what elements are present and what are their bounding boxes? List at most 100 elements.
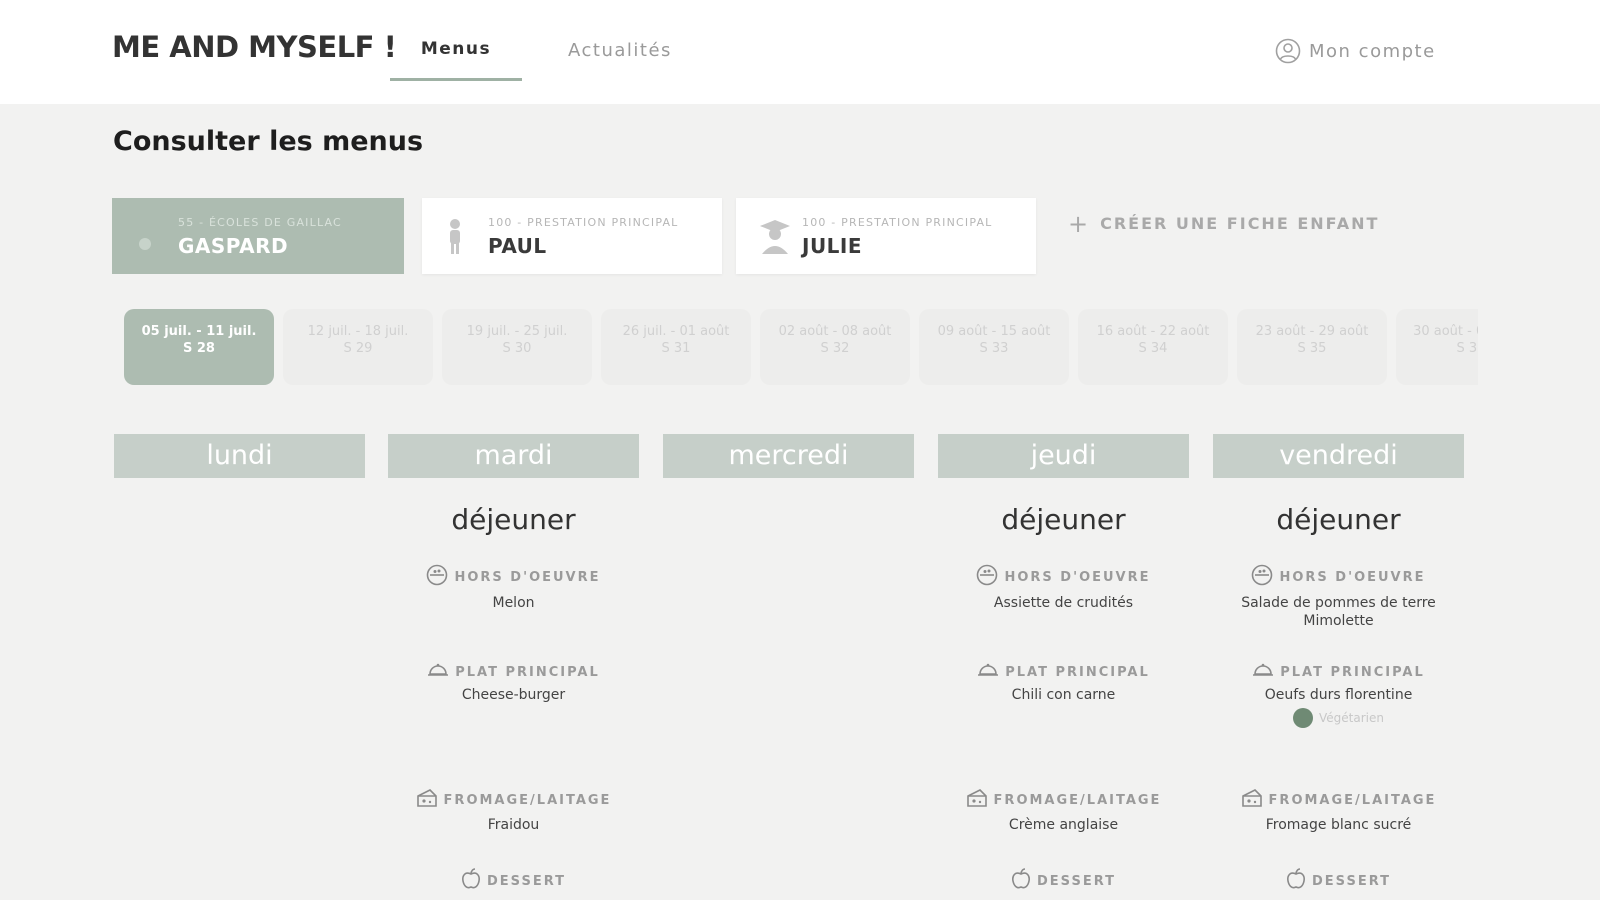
- dish-name: Cheese-burger: [461, 687, 566, 703]
- week-item[interactable]: 23 août - 29 août S 35: [1237, 309, 1387, 385]
- starter-section: HORS D'OEUVRE Salade de pommes de terre …: [1213, 564, 1464, 630]
- dairy-section: FROMAGE/LAITAGE Fraidou: [388, 788, 639, 834]
- day-header-mercredi: mercredi: [663, 434, 914, 478]
- day-column-mardi: déjeuner HORS D'OEUVRE Melon PLAT PRINCI…: [388, 500, 639, 900]
- main-section: PLAT PRINCIPAL Oeufs durs florentine Vég…: [1213, 662, 1464, 732]
- cloche-icon: [977, 662, 999, 682]
- apple-icon: [1286, 868, 1306, 894]
- child-card-julie[interactable]: 100 - PRESTATION PRINCIPAL JULIE: [736, 198, 1036, 274]
- top-bar: ME AND MYSELF ! Menus Actualités Mon com…: [0, 0, 1600, 104]
- week-dates: 09 août - 15 août: [937, 324, 1051, 339]
- meal-title: déjeuner: [451, 503, 576, 536]
- section-label: FROMAGE/LAITAGE: [993, 792, 1162, 808]
- child-school: 100 - PRESTATION PRINCIPAL: [802, 216, 993, 229]
- week-item[interactable]: 12 juil. - 18 juil. S 29: [283, 309, 433, 385]
- section-label: FROMAGE/LAITAGE: [443, 792, 612, 808]
- dish-name: Salade de pommes de terre Mimolette: [1241, 595, 1436, 629]
- meal-title: déjeuner: [1001, 503, 1126, 536]
- nav-tab-menus-label: Menus: [420, 39, 492, 59]
- salad-bowl-icon: [976, 564, 998, 590]
- starter-section: HORS D'OEUVRE Assiette de crudités: [938, 564, 1189, 612]
- week-number: S 34: [1138, 341, 1168, 356]
- week-item[interactable]: 19 juil. - 25 juil. S 30: [442, 309, 592, 385]
- day-header-mardi: mardi: [388, 434, 639, 478]
- app-logo[interactable]: ME AND MYSELF !: [112, 30, 397, 64]
- cloche-icon: [427, 662, 449, 682]
- dessert-section: DESSERT: [938, 868, 1189, 894]
- week-item[interactable]: 30 août - 05 sept. S 36: [1396, 309, 1478, 385]
- apple-icon: [461, 868, 481, 894]
- section-label: PLAT PRINCIPAL: [1280, 664, 1425, 680]
- day-column-vendredi: déjeuner HORS D'OEUVRE Salade de pommes …: [1213, 500, 1464, 900]
- section-label: HORS D'OEUVRE: [1004, 569, 1151, 585]
- dish-name: Fraidou: [487, 817, 540, 833]
- cheese-icon: [416, 788, 438, 812]
- week-dates: 19 juil. - 25 juil.: [466, 324, 568, 339]
- day-header-jeudi: jeudi: [938, 434, 1189, 478]
- week-item[interactable]: 05 juil. - 11 juil. S 28: [124, 309, 274, 385]
- nav-tab-news[interactable]: Actualités: [568, 40, 672, 61]
- child-name: GASPARD: [178, 234, 289, 258]
- week-number: S 32: [820, 341, 850, 356]
- create-child-button[interactable]: + CRÉER UNE FICHE ENFANT: [1068, 209, 1380, 238]
- dish-name: Crème anglaise: [1008, 817, 1119, 833]
- week-number: S 35: [1297, 341, 1327, 356]
- salad-bowl-icon: [426, 564, 448, 590]
- week-dates: 02 août - 08 août: [778, 324, 892, 339]
- account-label: Mon compte: [1309, 40, 1436, 62]
- page-title: Consulter les menus: [113, 126, 424, 157]
- nav-tab-menus[interactable]: Menus: [390, 36, 522, 81]
- salad-bowl-icon: [1251, 564, 1273, 590]
- child-card-paul[interactable]: 100 - PRESTATION PRINCIPAL PAUL: [422, 198, 722, 274]
- week-item[interactable]: 26 juil. - 01 août S 31: [601, 309, 751, 385]
- child-name: JULIE: [802, 234, 863, 258]
- dish-name: Chili con carne: [1011, 687, 1116, 703]
- week-selector: 05 juil. - 11 juil. S 28 12 juil. - 18 ju…: [112, 304, 1478, 388]
- week-dates: 12 juil. - 18 juil.: [307, 324, 409, 339]
- section-label: FROMAGE/LAITAGE: [1268, 792, 1437, 808]
- week-number: S 30: [502, 341, 532, 356]
- leaf-icon: [1293, 708, 1313, 728]
- child-school: 55 - ÉCOLES DE GAILLAC: [178, 216, 342, 229]
- cheese-icon: [1241, 788, 1263, 812]
- child-icon: [134, 218, 156, 258]
- week-dates: 30 août - 05 sept.: [1413, 324, 1478, 339]
- plus-icon: +: [1068, 209, 1091, 238]
- dish-name: Melon: [492, 595, 535, 611]
- user-icon: [1275, 38, 1301, 64]
- meal-title: déjeuner: [1276, 503, 1401, 536]
- child-card-gaspard[interactable]: 55 - ÉCOLES DE GAILLAC GASPARD: [112, 198, 404, 274]
- section-label: PLAT PRINCIPAL: [455, 664, 600, 680]
- week-number: S 29: [343, 341, 373, 356]
- week-number: S 31: [661, 341, 691, 356]
- section-label: DESSERT: [1037, 873, 1116, 889]
- child-school: 100 - PRESTATION PRINCIPAL: [488, 216, 679, 229]
- dish-name: Fromage blanc sucré: [1265, 817, 1412, 833]
- dessert-section: DESSERT: [1213, 868, 1464, 894]
- week-item[interactable]: 02 août - 08 août S 32: [760, 309, 910, 385]
- starter-section: HORS D'OEUVRE Melon: [388, 564, 639, 612]
- cheese-icon: [966, 788, 988, 812]
- dairy-section: FROMAGE/LAITAGE Fromage blanc sucré: [1213, 788, 1464, 834]
- account-link[interactable]: Mon compte: [1275, 38, 1436, 64]
- main-section: PLAT PRINCIPAL Cheese-burger: [388, 662, 639, 704]
- week-number: S 36: [1456, 341, 1478, 356]
- week-dates: 05 juil. - 11 juil.: [141, 324, 257, 339]
- main-section: PLAT PRINCIPAL Chili con carne: [938, 662, 1189, 704]
- badge-label: Végétarien: [1319, 711, 1384, 725]
- week-number: S 28: [183, 341, 215, 356]
- child-name: PAUL: [488, 234, 547, 258]
- dairy-section: FROMAGE/LAITAGE Crème anglaise: [938, 788, 1189, 834]
- day-column-jeudi: déjeuner HORS D'OEUVRE Assiette de crudi…: [938, 500, 1189, 900]
- week-dates: 23 août - 29 août: [1255, 324, 1369, 339]
- week-item[interactable]: 09 août - 15 août S 33: [919, 309, 1069, 385]
- day-header-lundi: lundi: [114, 434, 365, 478]
- create-child-label: CRÉER UNE FICHE ENFANT: [1100, 214, 1380, 233]
- week-number: S 33: [979, 341, 1009, 356]
- dish-name: Oeufs durs florentine: [1264, 687, 1413, 703]
- section-label: PLAT PRINCIPAL: [1005, 664, 1150, 680]
- section-label: DESSERT: [1312, 873, 1391, 889]
- week-item[interactable]: 16 août - 22 août S 34: [1078, 309, 1228, 385]
- vegetarian-badge: Végétarien: [1293, 708, 1384, 728]
- apple-icon: [1011, 868, 1031, 894]
